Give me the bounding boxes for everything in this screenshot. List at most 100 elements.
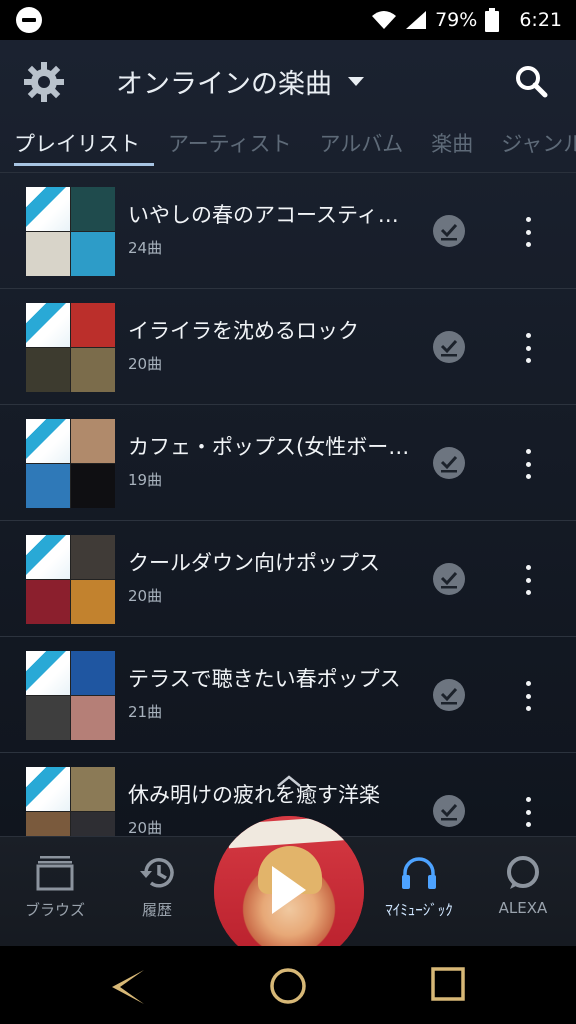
home-icon[interactable] [268,966,308,1006]
nav-history[interactable]: 履歴 [102,855,212,920]
prime-badge-icon [26,535,70,579]
battery-percent: 79% [435,9,478,31]
tab-artists[interactable]: アーティスト [154,124,305,172]
signal-icon [406,11,427,29]
more-options-icon[interactable] [516,217,540,247]
play-icon [272,866,306,914]
playlist-artwork [26,419,115,508]
tab-songs[interactable]: 楽曲 [417,124,487,172]
album-cover [71,187,115,231]
tab-playlists[interactable]: プレイリスト [0,124,154,172]
album-cover [71,812,115,837]
tab-label: ジャンル [501,132,576,156]
album-cover [71,232,115,276]
playlist-artwork [26,651,115,740]
album-cover [71,419,115,463]
album-cover [26,464,70,508]
gear-icon[interactable] [22,60,66,104]
search-icon[interactable] [514,64,548,98]
nav-label: ﾏｲﾐｭｰｼﾞｯｸ [385,901,453,919]
list-item[interactable]: クールダウン向けポップス 20曲 [0,521,576,637]
album-cover [71,348,115,392]
album-cover [26,580,70,624]
list-item[interactable]: イライラを沈めるロック 20曲 [0,289,576,405]
prime-badge-icon [26,767,70,811]
recents-icon[interactable] [430,966,466,1002]
nav-alexa[interactable]: ALEXA [468,855,576,917]
chevron-up-icon[interactable] [276,774,302,788]
playlist-artwork [26,767,115,837]
track-count: 20曲 [128,355,163,373]
list-item[interactable]: カフェ・ポップス(女性ボー… 19曲 [0,405,576,521]
download-icon[interactable] [433,795,465,827]
album-cover [71,651,115,695]
more-options-icon[interactable] [516,333,540,363]
download-icon[interactable] [433,331,465,363]
dnd-icon [16,7,42,33]
tab-albums[interactable]: アルバム [305,124,417,172]
download-icon[interactable] [433,215,465,247]
clock: 6:21 [519,9,562,31]
track-count: 24曲 [128,239,163,257]
now-playing-button[interactable] [214,816,364,966]
more-options-icon[interactable] [516,681,540,711]
album-cover [71,464,115,508]
album-cover [71,767,115,811]
track-count: 20曲 [128,819,163,837]
page-title: オンラインの楽曲 [116,69,332,100]
track-count: 19曲 [128,471,163,489]
headphones-icon [402,857,436,889]
playlist-artwork [26,187,115,276]
nav-label: 履歴 [141,901,172,919]
more-options-icon[interactable] [516,797,540,827]
app-content: オンラインの楽曲 プレイリスト アーティスト アルバム 楽曲 ジャンル いやしの… [0,40,576,837]
history-icon [140,858,174,888]
wifi-icon [372,11,397,29]
nav-label: ブラウズ [24,901,85,919]
playlist-list: いやしの春のアコースティ… 24曲 イライラを沈めるロック 20曲 カフェ・ポッ… [0,173,576,837]
playlist-artwork [26,535,115,624]
more-options-icon[interactable] [516,565,540,595]
album-cover [26,232,70,276]
tab-label: プレイリスト [14,132,140,156]
list-item[interactable]: いやしの春のアコースティ… 24曲 [0,173,576,289]
nav-label: ALEXA [498,899,548,917]
more-options-icon[interactable] [516,449,540,479]
chevron-down-icon [348,77,364,86]
nav-my-music[interactable]: ﾏｲﾐｭｰｼﾞｯｸ [364,855,474,920]
tab-bar: プレイリスト アーティスト アルバム 楽曲 ジャンル [0,124,576,172]
status-bar: 79% 6:21 [0,0,576,40]
track-count: 21曲 [128,703,163,721]
prime-badge-icon [26,187,70,231]
track-count: 20曲 [128,587,163,605]
prime-badge-icon [26,651,70,695]
download-icon[interactable] [433,447,465,479]
album-cover [71,303,115,347]
back-icon[interactable] [106,966,148,1008]
tab-label: 楽曲 [431,132,474,156]
list-item[interactable]: テラスで聴きたい春ポップス 21曲 [0,637,576,753]
tab-genres[interactable]: ジャンル [487,124,576,172]
nav-browse[interactable]: ブラウズ [0,855,110,920]
album-cover [26,696,70,740]
playlist-title: カフェ・ポップス(女性ボー… [128,435,410,459]
playlist-title: いやしの春のアコースティ… [128,203,399,227]
album-cover [71,696,115,740]
tab-label: アルバム [319,132,404,156]
album-cover [71,580,115,624]
alexa-icon [507,856,539,889]
playlist-title: 休み明けの疲れを癒す洋楽 [128,783,380,807]
playlist-artwork [26,303,115,392]
system-nav-bar [0,946,576,1024]
album-cover [71,535,115,579]
prime-badge-icon [26,303,70,347]
tab-label: アーティスト [168,132,292,156]
browse-icon [36,856,74,891]
album-cover [26,812,70,837]
playlist-title: イライラを沈めるロック [128,319,359,343]
playlist-title: テラスで聴きたい春ポップス [128,667,401,691]
download-icon[interactable] [433,679,465,711]
download-icon[interactable] [433,563,465,595]
prime-badge-icon [26,419,70,463]
source-selector[interactable]: オンラインの楽曲 [116,62,364,101]
